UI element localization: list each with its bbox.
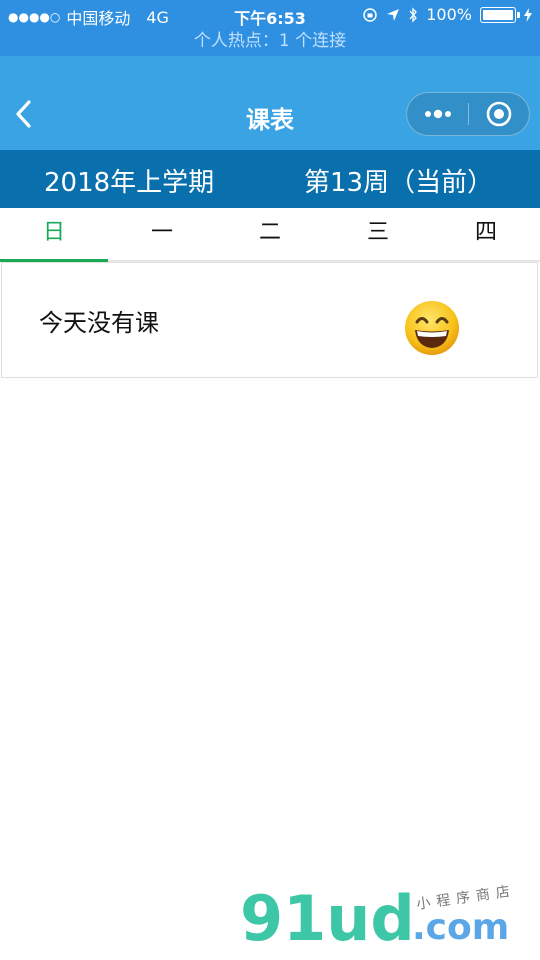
close-miniprogram-button[interactable] (469, 93, 529, 135)
term-bar: 2018年上学期 第13周（当前） (0, 150, 540, 208)
watermark-logo: 91ud (240, 882, 415, 955)
tab-tuesday[interactable]: 二 (216, 208, 324, 260)
battery-percent: 100% (426, 5, 472, 24)
ellipsis-icon (424, 109, 451, 119)
site-watermark: 91ud 小程序商店 .com (240, 882, 540, 960)
location-arrow-icon (387, 8, 400, 21)
no-class-message: 今天没有课 (39, 309, 159, 337)
charging-bolt-icon (524, 7, 532, 22)
tab-sunday[interactable]: 日 (0, 208, 108, 262)
grinning-face-emoji-icon (405, 301, 459, 355)
status-right: 100% (362, 5, 532, 24)
battery-icon (480, 6, 520, 23)
hotspot-banner[interactable]: 个人热点：1 个连接 (0, 30, 540, 56)
bluetooth-icon (409, 6, 418, 23)
empty-schedule-card: 今天没有课 (1, 262, 538, 378)
tab-thursday[interactable]: 四 (432, 208, 540, 260)
week-selector[interactable]: 第13周（当前） (304, 162, 493, 199)
target-circle-icon (486, 101, 512, 127)
watermark-domain: .com (412, 907, 510, 948)
tab-wednesday[interactable]: 三 (324, 208, 432, 260)
status-bar: ●●●●○ 中国移动 4G 下午6:53 100% (0, 0, 540, 30)
day-tabs: 日 一 二 三 四 (0, 208, 540, 262)
miniprogram-capsule (406, 92, 530, 136)
nav-bar: 课表 (0, 56, 540, 150)
more-button[interactable] (407, 93, 468, 135)
rotation-lock-icon (363, 7, 377, 22)
term-selector[interactable]: 2018年上学期 (44, 162, 214, 199)
tab-monday[interactable]: 一 (108, 208, 216, 260)
